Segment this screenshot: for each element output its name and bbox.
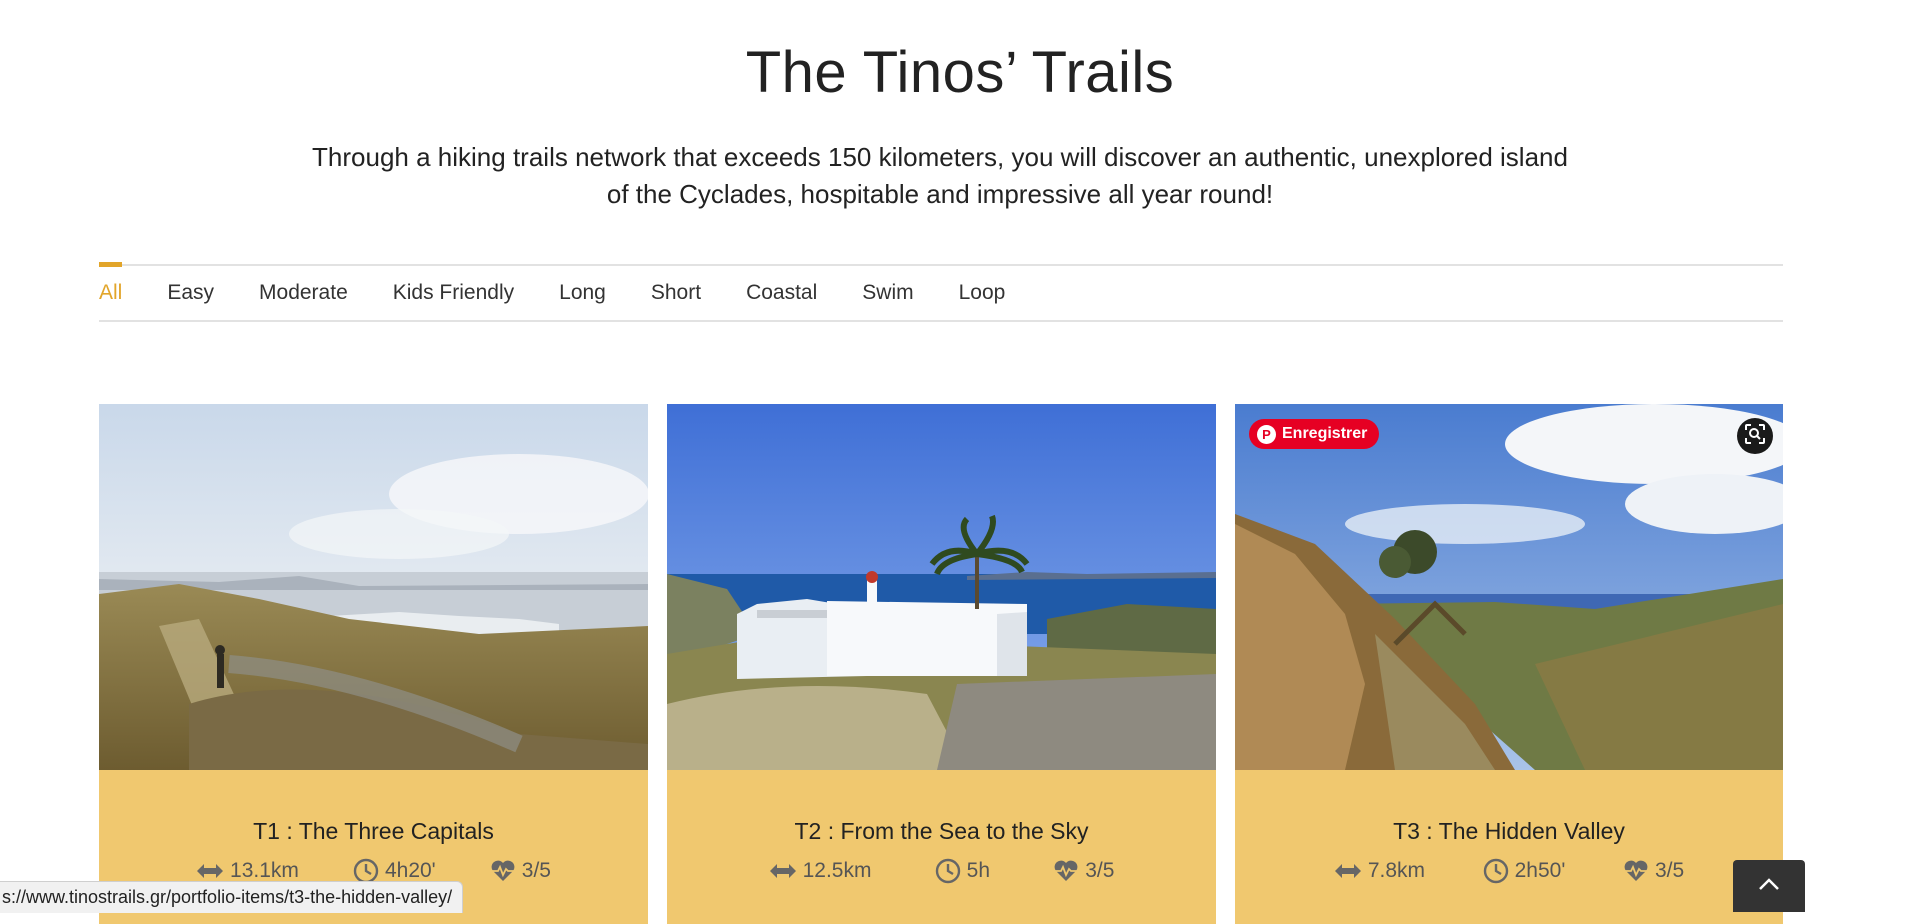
duration-value: 5h	[966, 859, 991, 882]
trail-stats: 12.5km 5h 3/5	[667, 856, 1216, 886]
trail-title[interactable]: T3 : The Hidden Valley	[1235, 818, 1783, 845]
pinterest-save-button[interactable]: P Enregistrer	[1249, 419, 1380, 449]
filter-kids-friendly[interactable]: Kids Friendly	[393, 266, 514, 320]
back-to-top-button[interactable]	[1733, 860, 1805, 912]
filter-all[interactable]: All	[99, 262, 123, 320]
trail-photo-t3[interactable]	[1235, 404, 1783, 770]
filter-short[interactable]: Short	[651, 266, 701, 320]
filter-loop[interactable]: Loop	[959, 266, 1006, 320]
filter-coastal[interactable]: Coastal	[746, 266, 817, 320]
arrows-horizontal-icon	[769, 862, 797, 880]
arrows-horizontal-icon	[196, 862, 224, 880]
heartbeat-icon	[1623, 859, 1649, 883]
clock-icon	[1483, 858, 1509, 884]
trail-photo-t2[interactable]	[667, 404, 1216, 770]
trail-card-t1[interactable]: T1 : The Three Capitals 13.1km 4h20' 3/5	[99, 404, 648, 924]
filter-list: All Easy Moderate Kids Friendly Long Sho…	[99, 262, 1783, 320]
duration-stat: 2h50'	[1483, 856, 1566, 886]
difficulty-stat: 3/5	[1053, 856, 1114, 886]
trail-title[interactable]: T2 : From the Sea to the Sky	[667, 818, 1216, 845]
status-bar-url: s://www.tinostrails.gr/portfolio-items/t…	[0, 881, 464, 913]
pin-label: Enregistrer	[1282, 425, 1368, 442]
filter-long[interactable]: Long	[559, 266, 606, 320]
filter-easy[interactable]: Easy	[167, 266, 214, 320]
difficulty-value: 3/5	[1085, 859, 1115, 882]
trail-card-t2[interactable]: T2 : From the Sea to the Sky 12.5km 5h 3…	[667, 404, 1216, 924]
distance-stat: 12.5km	[769, 856, 872, 886]
trail-photo-t1[interactable]	[99, 404, 648, 770]
distance-value: 12.5km	[802, 859, 872, 882]
duration-value: 2h50'	[1514, 859, 1566, 882]
trail-card-t3[interactable]: P Enregistrer T3 : The Hidden Valley 7.8…	[1235, 404, 1783, 924]
distance-value: 7.8km	[1367, 859, 1425, 882]
filter-bar: All Easy Moderate Kids Friendly Long Sho…	[99, 262, 1783, 322]
difficulty-value: 3/5	[521, 859, 551, 882]
trail-stats: 7.8km 2h50' 3/5	[1235, 856, 1783, 886]
heartbeat-icon	[1053, 859, 1079, 883]
duration-stat: 5h	[935, 856, 990, 886]
trail-title[interactable]: T1 : The Three Capitals	[99, 818, 648, 845]
difficulty-stat: 3/5	[490, 856, 551, 886]
difficulty-value: 3/5	[1654, 859, 1685, 882]
page-title: The Tinos’ Trails	[745, 39, 1175, 105]
filter-swim[interactable]: Swim	[862, 266, 913, 320]
visual-search-icon	[1744, 423, 1766, 450]
difficulty-stat: 3/5	[1623, 856, 1684, 886]
filter-moderate[interactable]: Moderate	[259, 266, 348, 320]
pinterest-icon: P	[1257, 424, 1276, 444]
visual-search-button[interactable]	[1737, 418, 1773, 454]
intro-text: Through a hiking trails network that exc…	[312, 142, 1568, 209]
clock-icon	[935, 858, 961, 884]
distance-value: 13.1km	[230, 859, 299, 882]
chevron-up-icon	[1757, 877, 1781, 896]
duration-value: 4h20'	[384, 859, 436, 882]
arrows-horizontal-icon	[1334, 862, 1362, 880]
heartbeat-icon	[490, 859, 516, 883]
distance-stat: 7.8km	[1334, 856, 1425, 886]
